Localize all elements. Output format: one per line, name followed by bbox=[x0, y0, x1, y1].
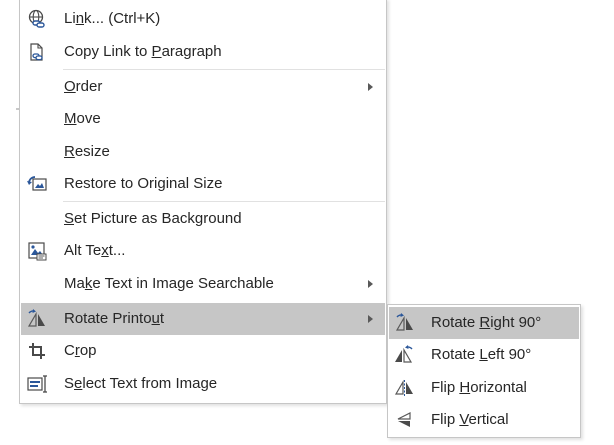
rotate-right-icon bbox=[389, 307, 421, 339]
menu-item-restore-original-size[interactable]: Restore to Original Size bbox=[21, 168, 385, 200]
menu-separator bbox=[63, 69, 385, 70]
select-text-image-icon bbox=[21, 368, 53, 400]
menu-item-alt-text[interactable]: Alt Text... bbox=[21, 235, 385, 267]
menu-item-resize[interactable]: Resize bbox=[21, 136, 385, 168]
rotate-submenu: Rotate Right 90° Rotate Left 90° Flip Ho… bbox=[387, 304, 581, 438]
flip-vertical-icon bbox=[389, 404, 421, 436]
alt-text-icon bbox=[21, 235, 53, 267]
screen: Link... (Ctrl+K) Copy Link to Paragraph … bbox=[0, 0, 614, 445]
submenu-arrow-icon bbox=[368, 83, 373, 91]
link-globe-icon bbox=[21, 3, 53, 35]
submenu-arrow-icon bbox=[368, 315, 373, 323]
submenu-item-flip-horizontal[interactable]: Flip Horizontal bbox=[389, 372, 579, 404]
submenu-item-rotate-left[interactable]: Rotate Left 90° bbox=[389, 339, 579, 371]
menu-item-order[interactable]: Order bbox=[21, 71, 385, 103]
menu-item-move[interactable]: Move bbox=[21, 103, 385, 135]
menu-item-make-text-searchable[interactable]: Make Text in Image Searchable bbox=[21, 268, 385, 300]
menu-separator bbox=[63, 201, 385, 202]
rotate-printout-icon bbox=[21, 303, 53, 335]
menu-item-crop[interactable]: Crop bbox=[21, 335, 385, 367]
menu-item-select-text-from-image[interactable]: Select Text from Image bbox=[21, 368, 385, 400]
menu-item-set-picture-background[interactable]: Set Picture as Background bbox=[21, 203, 385, 235]
menu-item-link[interactable]: Link... (Ctrl+K) bbox=[21, 3, 385, 35]
rotate-left-icon bbox=[389, 339, 421, 371]
submenu-arrow-icon bbox=[368, 280, 373, 288]
crop-icon bbox=[21, 335, 53, 367]
menu-item-rotate-printout[interactable]: Rotate Printout bbox=[21, 303, 385, 335]
restore-size-icon bbox=[21, 168, 53, 200]
copy-link-document-icon bbox=[21, 36, 53, 68]
context-menu: Link... (Ctrl+K) Copy Link to Paragraph … bbox=[19, 0, 387, 404]
submenu-item-flip-vertical[interactable]: Flip Vertical bbox=[389, 404, 579, 436]
submenu-item-rotate-right[interactable]: Rotate Right 90° bbox=[389, 307, 579, 339]
flip-horizontal-icon bbox=[389, 372, 421, 404]
menu-item-copy-link-to-paragraph[interactable]: Copy Link to Paragraph bbox=[21, 36, 385, 68]
